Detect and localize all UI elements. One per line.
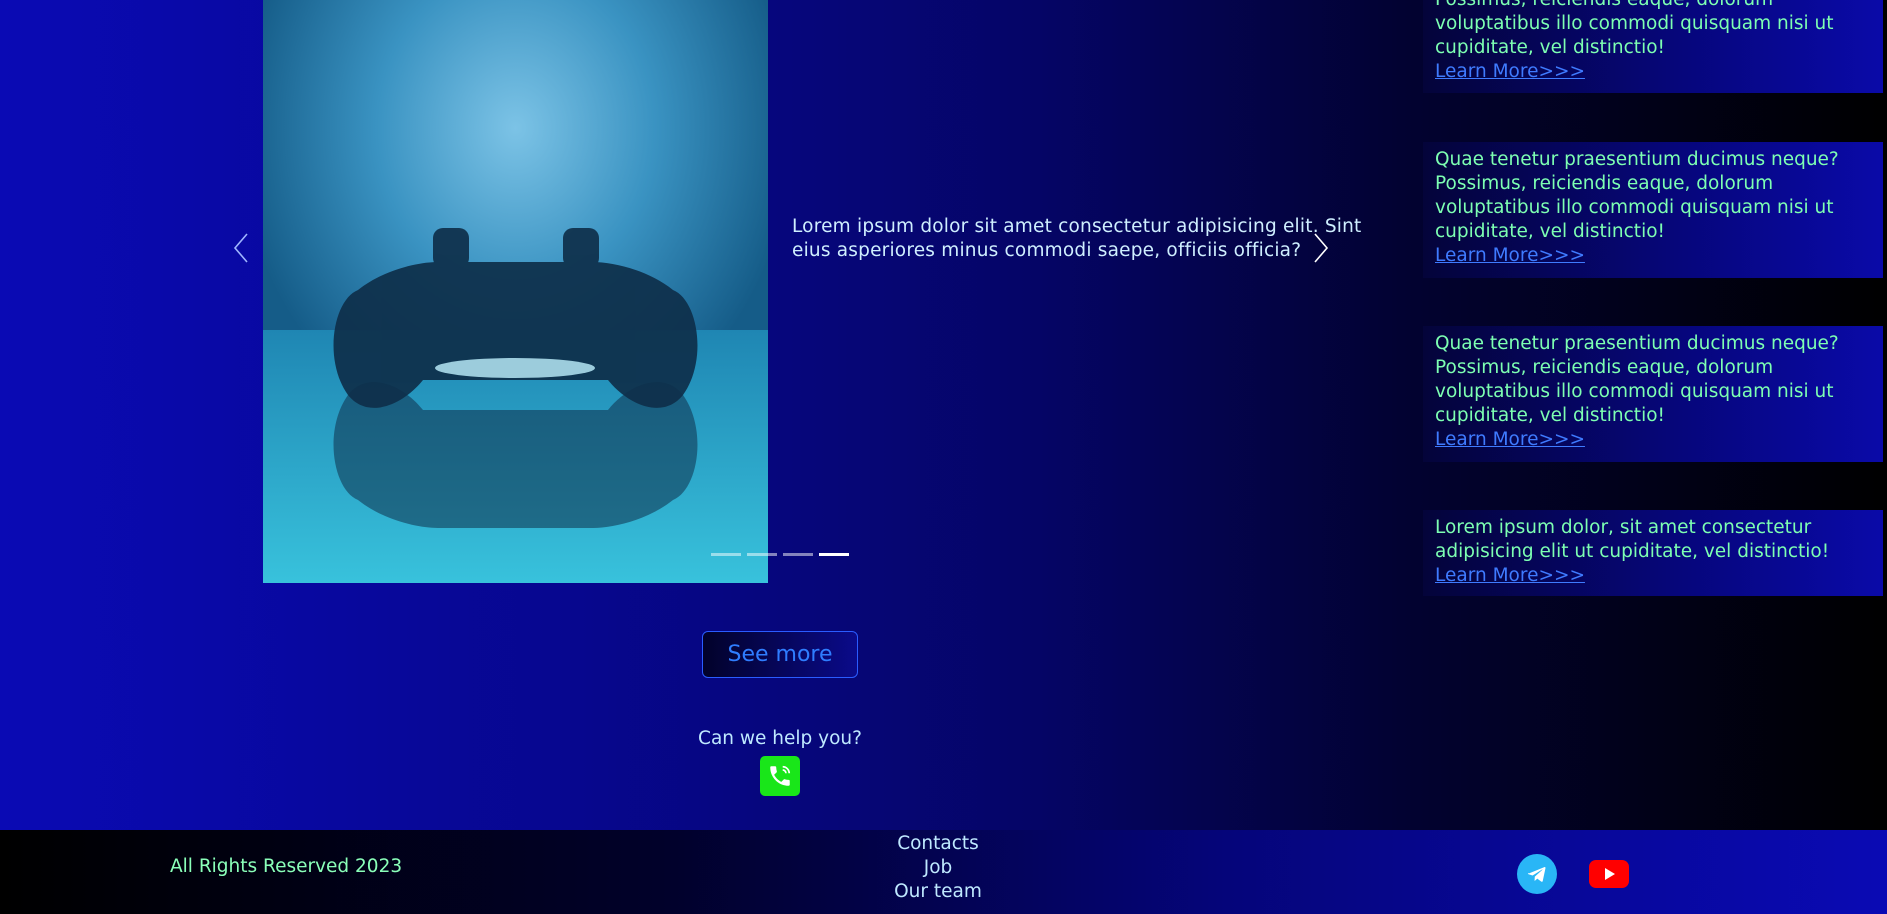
youtube-button[interactable] xyxy=(1589,860,1629,888)
carousel-indicator-1[interactable] xyxy=(711,553,741,556)
carousel-indicator-4[interactable] xyxy=(819,553,849,556)
footer-links: Contacts Job Our team xyxy=(880,832,996,904)
gamepad-image xyxy=(263,0,768,583)
news-card-text: Quae tenetur praesentium ducimus neque? … xyxy=(1435,0,1834,58)
chevron-right-icon xyxy=(1314,233,1329,263)
carousel-next-button[interactable] xyxy=(1306,228,1336,268)
learn-more-link[interactable]: Learn More>>> xyxy=(1435,564,1871,588)
news-card-text: Quae tenetur praesentium ducimus neque? … xyxy=(1435,149,1839,242)
footer-link-contacts[interactable]: Contacts xyxy=(880,832,996,856)
footer-link-job[interactable]: Job xyxy=(880,856,996,880)
telegram-button[interactable] xyxy=(1517,854,1557,894)
carousel-prev-button[interactable] xyxy=(226,228,256,268)
footer-link-our-team[interactable]: Our team xyxy=(880,880,996,904)
gamepad-illustration xyxy=(263,0,768,583)
news-card: Lorem ipsum dolor, sit amet consectetur … xyxy=(1423,510,1883,596)
learn-more-link[interactable]: Learn More>>> xyxy=(1435,60,1871,84)
help-text: Can we help you? xyxy=(698,728,862,749)
learn-more-link[interactable]: Learn More>>> xyxy=(1435,428,1871,452)
carousel-indicator-3[interactable] xyxy=(783,553,813,556)
chevron-left-icon xyxy=(233,233,248,263)
youtube-icon xyxy=(1605,868,1615,880)
carousel-indicators xyxy=(711,553,849,556)
carousel-indicator-2[interactable] xyxy=(747,553,777,556)
phone-icon xyxy=(770,765,791,786)
footer: All Rights Reserved 2023 Contacts Job Ou… xyxy=(0,830,1887,914)
news-card: Quae tenetur praesentium ducimus neque? … xyxy=(1423,142,1883,278)
news-card-text: Quae tenetur praesentium ducimus neque? … xyxy=(1435,333,1839,426)
news-card-text: Lorem ipsum dolor, sit amet consectetur … xyxy=(1435,517,1830,562)
telegram-icon xyxy=(1527,867,1546,882)
news-card: Quae tenetur praesentium ducimus neque? … xyxy=(1423,326,1883,462)
copyright-text: All Rights Reserved 2023 xyxy=(170,856,403,877)
carousel: Lorem ipsum dolor sit amet consectetur a… xyxy=(0,0,1400,590)
phone-button[interactable] xyxy=(760,756,800,796)
see-more-button[interactable]: See more xyxy=(702,631,858,678)
news-card: Quae tenetur praesentium ducimus neque? … xyxy=(1423,0,1883,93)
learn-more-link[interactable]: Learn More>>> xyxy=(1435,244,1871,268)
